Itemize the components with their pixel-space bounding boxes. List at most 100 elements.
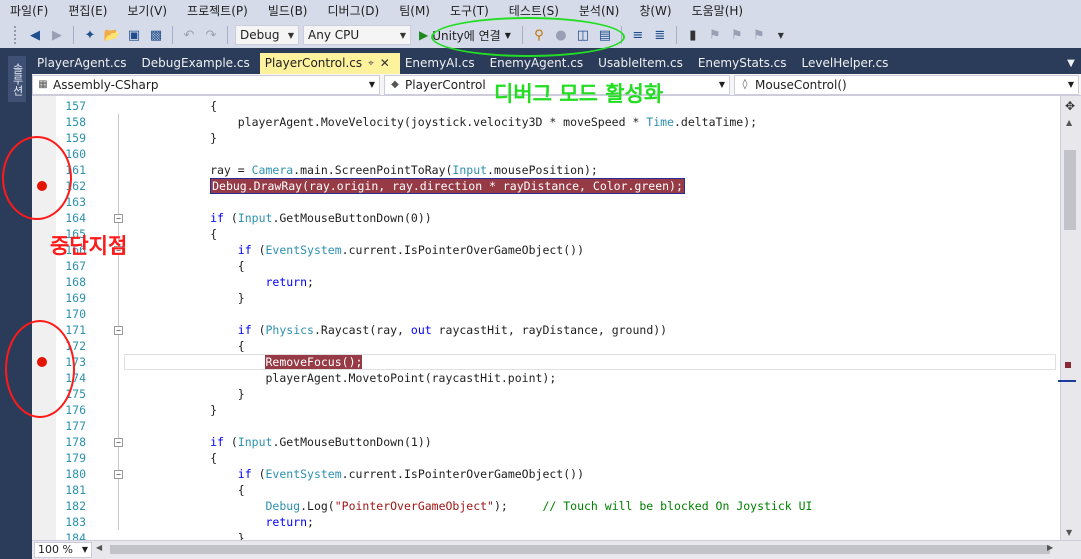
split-editor-icon[interactable]: ✥ xyxy=(1063,99,1077,113)
configuration-select[interactable]: Debug ▼ xyxy=(235,25,299,45)
code-token: if xyxy=(210,435,224,449)
chevron-down-icon: ▼ xyxy=(718,80,725,89)
member-dropdown-value: MouseControl() xyxy=(755,77,847,92)
code-line[interactable]: 177 xyxy=(32,418,1060,434)
solution-explorer-icon[interactable]: ◫ xyxy=(574,26,592,44)
code-line[interactable]: 158 playerAgent.MoveVelocity(joystick.ve… xyxy=(32,114,1060,130)
project-dropdown[interactable]: ▦ Assembly-CSharp ▼ xyxy=(32,74,380,95)
menu-item[interactable]: 도구(T) xyxy=(440,0,499,22)
chevron-down-icon[interactable]: ▼ xyxy=(505,31,511,40)
scroll-left-icon[interactable]: ◀ xyxy=(96,543,102,552)
breakpoint-toolbar-icon[interactable]: ● xyxy=(552,26,570,44)
vertical-scroll-thumb[interactable] xyxy=(1064,150,1076,230)
code-line[interactable]: 174 playerAgent.MovetoPoint(raycastHit.p… xyxy=(32,370,1060,386)
tab-document[interactable]: UsableItem.cs xyxy=(593,53,693,74)
new-project-icon[interactable]: ✦ xyxy=(81,26,99,44)
collapse-icon[interactable]: − xyxy=(114,470,123,479)
toolbar-overflow-icon[interactable]: ▼ xyxy=(772,26,790,44)
forward-icon[interactable]: ▶ xyxy=(48,26,66,44)
code-line[interactable]: 162 Debug.DrawRay(ray.origin, ray.direct… xyxy=(32,178,1060,194)
tab-document[interactable]: EnemyAgent.cs xyxy=(485,53,594,74)
code-line[interactable]: 169 } xyxy=(32,290,1060,306)
code-line[interactable]: 160 xyxy=(32,146,1060,162)
code-line[interactable]: 175 } xyxy=(32,386,1060,402)
menu-item[interactable]: 팀(M) xyxy=(389,0,440,22)
breakpoint-icon[interactable] xyxy=(37,181,47,191)
code-line[interactable]: 164 − if (Input.GetMouseButtonDown(0)) xyxy=(32,210,1060,226)
solution-explorer-tab[interactable]: 솔루션 xyxy=(8,56,26,102)
breakpoint-highlighted-code: Debug.DrawRay(ray.origin, ray.direction … xyxy=(210,178,685,194)
code-line[interactable]: 166− if (EventSystem.current.IsPointerOv… xyxy=(32,242,1060,258)
zoom-select[interactable]: 100 % ▼ xyxy=(34,542,92,558)
menu-item[interactable]: 보기(V) xyxy=(117,0,177,22)
code-line[interactable]: 178 − if (Input.GetMouseButtonDown(1)) xyxy=(32,434,1060,450)
menu-item[interactable]: 디버그(D) xyxy=(318,0,390,22)
code-line[interactable]: 173 RemoveFocus(); xyxy=(32,354,1060,370)
tab-active-document[interactable]: PlayerControl.cs ⌖ ✕ xyxy=(259,53,400,74)
prev-bookmark-icon[interactable]: ⚑ xyxy=(706,26,724,44)
menu-item[interactable]: 도움말(H) xyxy=(682,0,754,22)
properties-icon[interactable]: ▤ xyxy=(596,26,614,44)
code-line[interactable]: 168 return; xyxy=(32,274,1060,290)
tab-document[interactable]: DebugExample.cs xyxy=(137,53,260,74)
scroll-right-icon[interactable]: ▶ xyxy=(1047,543,1053,552)
menu-item[interactable]: 분석(N) xyxy=(569,0,629,22)
code-token: Input xyxy=(237,211,273,225)
menu-item[interactable]: 창(W) xyxy=(629,0,681,22)
clear-bookmarks-icon[interactable]: ⚑ xyxy=(750,26,768,44)
collapse-icon[interactable]: − xyxy=(114,438,123,447)
code-line[interactable]: 176 } xyxy=(32,402,1060,418)
scroll-up-icon[interactable]: ▲ xyxy=(1066,118,1072,127)
find-icon[interactable]: ⚲ xyxy=(530,26,548,44)
menu-item[interactable]: 빌드(B) xyxy=(258,0,318,22)
pin-icon[interactable]: ⌖ xyxy=(368,53,374,74)
code-line[interactable]: 182 Debug.Log("PointerOverGameObject"); … xyxy=(32,498,1060,514)
horizontal-scroll-thumb[interactable] xyxy=(110,545,1050,554)
platform-select[interactable]: Any CPU ▼ xyxy=(303,25,411,45)
comment-icon[interactable]: ≡ xyxy=(629,26,647,44)
scroll-down-icon[interactable]: ▼ xyxy=(1066,528,1072,537)
code-editor[interactable]: 157 {158 playerAgent.MoveVelocity(joysti… xyxy=(32,96,1060,540)
code-token: ray = xyxy=(127,163,252,177)
code-line[interactable]: 180 − if (EventSystem.current.IsPointerOv… xyxy=(32,466,1060,482)
save-icon[interactable]: ▣ xyxy=(125,26,143,44)
close-icon[interactable]: ✕ xyxy=(380,53,390,74)
collapse-icon[interactable]: − xyxy=(114,214,123,223)
member-dropdown[interactable]: ◊ MouseControl() ▼ xyxy=(734,74,1079,95)
code-line[interactable]: 170 xyxy=(32,306,1060,322)
collapse-icon[interactable]: − xyxy=(114,326,123,335)
tab-document[interactable]: PlayerAgent.cs xyxy=(32,53,137,74)
undo-icon[interactable]: ↶ xyxy=(180,26,198,44)
code-line[interactable]: 184 } xyxy=(32,530,1060,540)
menu-item[interactable]: 파일(F) xyxy=(0,0,58,22)
open-file-icon[interactable]: 📂 xyxy=(103,26,121,44)
code-line[interactable]: 165 { xyxy=(32,226,1060,242)
save-all-icon[interactable]: ▩ xyxy=(147,26,165,44)
code-line[interactable]: 179 { xyxy=(32,450,1060,466)
code-line[interactable]: 171 − if (Physics.Raycast(ray, out raycas… xyxy=(32,322,1060,338)
code-line[interactable]: 161 ray = Camera.main.ScreenPointToRay(I… xyxy=(32,162,1060,178)
breakpoint-icon[interactable] xyxy=(37,357,47,367)
code-line[interactable]: 159 } xyxy=(32,130,1060,146)
uncomment-icon[interactable]: ≣ xyxy=(651,26,669,44)
code-line[interactable]: 183 return; xyxy=(32,514,1060,530)
tab-document[interactable]: EnemyAI.cs xyxy=(400,53,485,74)
toolbar-grip[interactable] xyxy=(14,26,18,44)
attach-unity-button[interactable]: ▶ Unity에 연결 ▼ xyxy=(415,25,515,45)
code-line[interactable]: 181 { xyxy=(32,482,1060,498)
tab-document[interactable]: LevelHelper.cs xyxy=(797,53,899,74)
back-icon[interactable]: ◀ xyxy=(26,26,44,44)
play-icon: ▶ xyxy=(419,28,429,42)
menu-item[interactable]: 편집(E) xyxy=(58,0,117,22)
menu-item[interactable]: 테스트(S) xyxy=(499,0,569,22)
next-bookmark-icon[interactable]: ⚑ xyxy=(728,26,746,44)
tab-document[interactable]: EnemyStats.cs xyxy=(693,53,797,74)
tabs-overflow-icon[interactable]: ▼ xyxy=(1061,53,1081,74)
code-line[interactable]: 167 { xyxy=(32,258,1060,274)
code-line[interactable]: 172 { xyxy=(32,338,1060,354)
configuration-value: Debug xyxy=(240,28,280,42)
menu-item[interactable]: 프로젝트(P) xyxy=(177,0,258,22)
redo-icon[interactable]: ↷ xyxy=(202,26,220,44)
code-line[interactable]: 163 xyxy=(32,194,1060,210)
bookmark-icon[interactable]: ▮ xyxy=(684,26,702,44)
